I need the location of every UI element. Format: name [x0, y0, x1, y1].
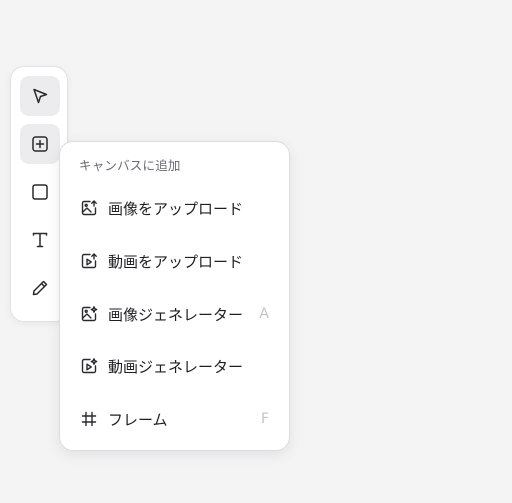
pencil-icon: [32, 280, 48, 296]
add-tool-button[interactable]: [20, 124, 60, 164]
menu-header: キャンバスに追加: [79, 158, 181, 173]
menu-item-label: 画像をアップロード: [108, 199, 244, 218]
text-icon: [32, 232, 48, 248]
frame-hash-icon: [79, 409, 99, 429]
video-generate-icon: [79, 356, 99, 376]
plus-square-icon: [32, 136, 48, 152]
menu-item-label: 画像ジェネレーター: [108, 305, 244, 324]
image-upload-icon: [79, 198, 99, 218]
shortcut-hint: A: [259, 306, 269, 322]
menu-item-frame[interactable]: フレーム F: [66, 399, 283, 439]
menu-item-upload-video[interactable]: 動画をアップロード: [66, 241, 283, 281]
menu-item-label: フレーム: [108, 410, 168, 429]
square-icon: [32, 184, 48, 200]
menu-item-image-generator[interactable]: 画像ジェネレーター A: [66, 294, 283, 334]
menu-item-video-generator[interactable]: 動画ジェネレーター: [66, 346, 283, 386]
draw-tool-button[interactable]: [20, 268, 60, 308]
rectangle-tool-button[interactable]: [20, 172, 60, 212]
video-upload-icon: [79, 251, 99, 271]
cursor-arrow-icon: [33, 88, 48, 104]
shortcut-hint: F: [260, 411, 269, 427]
menu-item-upload-image[interactable]: 画像をアップロード: [66, 188, 283, 228]
add-to-canvas-menu: キャンバスに追加 画像をアップロード 動画をアップロード 画像ジェネレーター A…: [59, 141, 290, 451]
text-tool-button[interactable]: [20, 220, 60, 260]
menu-item-label: 動画をアップロード: [108, 252, 244, 271]
image-generate-icon: [79, 304, 99, 324]
select-tool-button[interactable]: [20, 76, 60, 116]
menu-item-label: 動画ジェネレーター: [108, 357, 244, 376]
